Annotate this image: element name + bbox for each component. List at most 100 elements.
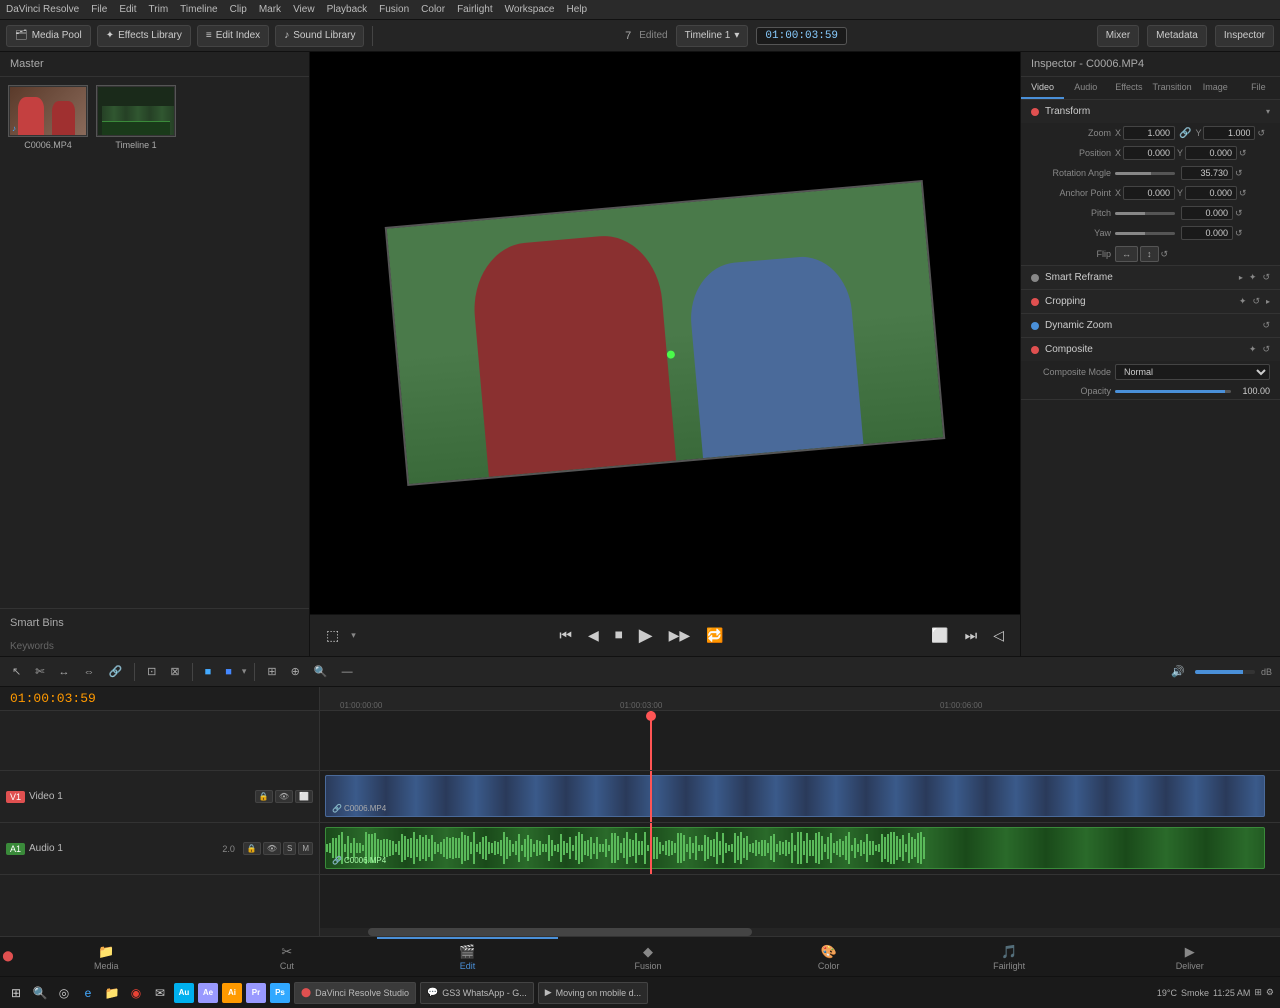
anchor-reset[interactable]: ↺	[1239, 188, 1247, 199]
nav-cut[interactable]: ✂ Cut	[197, 937, 378, 976]
position-reset[interactable]: ↺	[1239, 148, 1247, 159]
v1-lock-btn[interactable]: 🔒	[255, 790, 273, 803]
cropping-reset[interactable]: ↺	[1252, 296, 1260, 307]
yaw-reset[interactable]: ↺	[1235, 228, 1243, 239]
inspector-button[interactable]: Inspector	[1215, 25, 1274, 47]
mark-in-button[interactable]: ◁	[989, 623, 1008, 648]
anchor-y-input[interactable]	[1185, 186, 1237, 200]
taskbar-mail[interactable]: ✉	[150, 983, 170, 1003]
step-back-button[interactable]: ◀	[584, 623, 603, 648]
play-button[interactable]: ▶	[635, 621, 657, 650]
zoom-y-input[interactable]	[1203, 126, 1255, 140]
stop-button[interactable]: ⏹	[611, 623, 627, 649]
tab-transition[interactable]: Transition	[1150, 77, 1193, 99]
taskbar-explorer[interactable]: 📁	[102, 983, 122, 1003]
horizontal-scrollbar[interactable]	[320, 928, 1280, 936]
zoom-reset[interactable]: ↺	[1257, 128, 1265, 139]
metadata-button[interactable]: Metadata	[1147, 25, 1207, 47]
taskbar-au[interactable]: Au	[174, 983, 194, 1003]
taskbar-edge[interactable]: e	[78, 983, 98, 1003]
menu-edit[interactable]: Edit	[119, 4, 136, 15]
preview-size-chevron[interactable]: ▾	[351, 630, 356, 641]
rotation-input[interactable]	[1181, 166, 1233, 180]
menu-color[interactable]: Color	[421, 4, 445, 15]
media-pool-button[interactable]: 🗂 Media Pool	[6, 25, 91, 47]
taskbar-chrome[interactable]: ◉	[126, 983, 146, 1003]
smart-reframe-reset[interactable]: ↺	[1262, 272, 1270, 283]
menu-mark[interactable]: Mark	[259, 4, 281, 15]
yaw-input[interactable]	[1181, 226, 1233, 240]
menu-davinci[interactable]: DaVinci Resolve	[6, 4, 79, 15]
menu-fairlight[interactable]: Fairlight	[457, 4, 493, 15]
nav-deliver[interactable]: ▶ Deliver	[1099, 937, 1280, 976]
menu-file[interactable]: File	[91, 4, 107, 15]
nav-media[interactable]: 📁 Media	[16, 937, 197, 976]
position-x-input[interactable]	[1123, 146, 1175, 160]
effects-library-button[interactable]: ✦ Effects Library	[97, 25, 191, 47]
tl-color-btn[interactable]: ■	[201, 664, 216, 680]
composite-header[interactable]: Composite ✦ ↺	[1021, 338, 1280, 361]
opacity-slider[interactable]	[1115, 390, 1231, 393]
media-item-c0006[interactable]: ♪ C0006.MP4	[8, 85, 88, 600]
nav-edit[interactable]: 🎬 Edit	[377, 937, 558, 976]
fullscreen-button[interactable]: ⬜	[927, 623, 952, 648]
tl-clip-btn[interactable]: ⊞	[263, 663, 280, 680]
cropping-header[interactable]: Cropping ✦ ↺ ▸	[1021, 290, 1280, 313]
audio-clip-c0006[interactable]: 🔗 C0006.MP4	[325, 827, 1265, 869]
tab-effects[interactable]: Effects	[1107, 77, 1150, 99]
tl-snap-btn[interactable]: ⊡	[143, 663, 160, 680]
nav-fairlight[interactable]: 🎵 Fairlight	[919, 937, 1100, 976]
video-clip-c0006[interactable]: 🔗 C0006.MP4	[325, 775, 1265, 817]
a1-monitor-btn[interactable]: 👁	[263, 842, 281, 855]
dynamic-zoom-header[interactable]: Dynamic Zoom ↺	[1021, 314, 1280, 337]
sound-library-button[interactable]: ♪ Sound Library	[275, 25, 364, 47]
a1-lock-btn[interactable]: 🔒	[243, 842, 261, 855]
flip-reset[interactable]: ↺	[1161, 249, 1169, 260]
v1-eye-btn[interactable]: 👁	[275, 790, 293, 803]
tab-audio[interactable]: Audio	[1064, 77, 1107, 99]
nav-fusion[interactable]: ◆ Fusion	[558, 937, 739, 976]
flip-h-button[interactable]: ↔	[1115, 246, 1138, 262]
nav-color[interactable]: 🎨 Color	[738, 937, 919, 976]
taskbar-ps[interactable]: Ps	[270, 983, 290, 1003]
tab-video[interactable]: Video	[1021, 77, 1064, 99]
taskbar-ai[interactable]: Ai	[222, 983, 242, 1003]
tl-volume-slider[interactable]	[1195, 670, 1255, 674]
flip-v-button[interactable]: ↕	[1140, 246, 1159, 262]
dynamic-zoom-reset[interactable]: ↺	[1262, 320, 1270, 331]
menu-workspace[interactable]: Workspace	[505, 4, 555, 15]
taskbar-search[interactable]: 🔍	[30, 983, 50, 1003]
taskbar-pr[interactable]: Pr	[246, 983, 266, 1003]
menu-help[interactable]: Help	[566, 4, 587, 15]
tl-link-btn[interactable]: 🔗	[104, 663, 126, 680]
v1-clip-btn[interactable]: ⬜	[295, 790, 313, 803]
tab-file[interactable]: File	[1237, 77, 1280, 99]
tl-color2-btn[interactable]: ■	[221, 664, 236, 680]
scroll-thumb[interactable]	[368, 928, 752, 936]
position-y-input[interactable]	[1185, 146, 1237, 160]
menu-fusion[interactable]: Fusion	[379, 4, 409, 15]
transform-header[interactable]: Transform ▾	[1021, 100, 1280, 123]
preview-size-button[interactable]: ⬚	[322, 623, 343, 648]
step-forward-button[interactable]: ▶▶	[665, 623, 695, 648]
taskbar-start[interactable]: ⊞	[6, 983, 26, 1003]
media-item-timeline1[interactable]: Timeline 1	[96, 85, 176, 600]
anchor-x-input[interactable]	[1123, 186, 1175, 200]
tl-more-btn[interactable]: —	[338, 664, 357, 680]
timeline-selector[interactable]: Timeline 1 ▾	[676, 25, 749, 47]
tab-image[interactable]: Image	[1194, 77, 1237, 99]
taskbar-ae[interactable]: Ae	[198, 983, 218, 1003]
taskbar-davinci-app[interactable]: ⬤ DaVinci Resolve Studio	[294, 982, 416, 1004]
taskbar-settings[interactable]: ⚙	[1266, 987, 1274, 998]
a1-solo-btn[interactable]: S	[283, 842, 296, 855]
tl-zoom-in-btn[interactable]: ⊕	[287, 663, 304, 680]
link-icon[interactable]: 🔗	[1177, 128, 1193, 139]
edit-index-button[interactable]: ≡ Edit Index	[197, 25, 269, 47]
tl-search-btn[interactable]: 🔍	[310, 663, 332, 680]
tl-blade-tool[interactable]: ✄	[31, 663, 48, 680]
smart-bins[interactable]: Smart Bins	[0, 608, 309, 637]
tl-volume-btn[interactable]: 🔊	[1167, 663, 1189, 680]
menu-clip[interactable]: Clip	[230, 4, 247, 15]
keywords[interactable]: Keywords	[0, 637, 309, 656]
tl-color-chevron[interactable]: ▾	[242, 666, 247, 677]
